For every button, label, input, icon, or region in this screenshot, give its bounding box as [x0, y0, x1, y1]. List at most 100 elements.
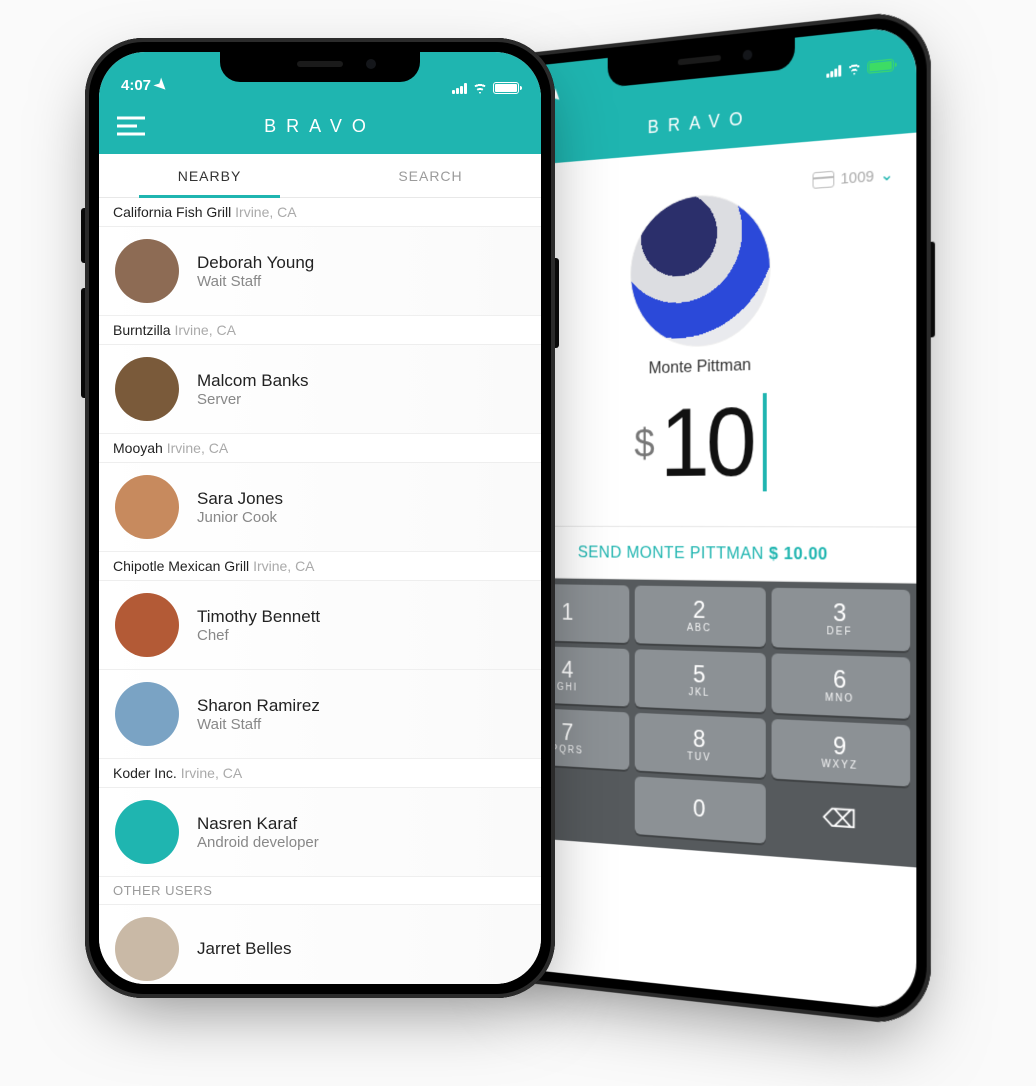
- key-letters: MNO: [825, 692, 854, 705]
- wifi-icon: [846, 62, 862, 76]
- list-item[interactable]: Deborah Young Wait Staff: [99, 227, 541, 316]
- keypad-key-9[interactable]: 9WXYZ: [771, 719, 910, 787]
- keypad-key-8[interactable]: 8TUV: [635, 713, 765, 778]
- list-item[interactable]: Sara Jones Junior Cook: [99, 463, 541, 552]
- chevron-down-icon: ⌄: [880, 164, 894, 186]
- list-item[interactable]: Jarret Belles: [99, 905, 541, 984]
- send-label: SEND MONTE PITTMAN: [578, 543, 764, 564]
- menu-icon[interactable]: [117, 112, 145, 141]
- battery-icon: [493, 82, 519, 94]
- person-role: Android developer: [197, 834, 319, 851]
- keypad: 12ABC3DEF4GHI5JKL6MNO7PQRS8TUV9WXYZ.0⌫: [502, 578, 916, 868]
- card-icon: [813, 171, 835, 189]
- key-letters: WXYZ: [821, 758, 858, 771]
- list-item[interactable]: Malcom Banks Server: [99, 345, 541, 434]
- status-time: 4:07: [121, 77, 151, 94]
- section-header: Mooyah Irvine, CA: [99, 434, 541, 463]
- app-title: BRAVO: [648, 107, 753, 138]
- avatar: [115, 593, 179, 657]
- amount-input[interactable]: $ 10: [502, 389, 916, 493]
- place-name: Mooyah: [113, 440, 163, 456]
- person-role: Chef: [197, 627, 320, 644]
- avatar: [115, 239, 179, 303]
- key-number: 2: [693, 598, 705, 622]
- nearby-list[interactable]: California Fish Grill Irvine, CA Deborah…: [99, 198, 541, 984]
- send-amount: $ 10.00: [769, 544, 828, 564]
- key-number: 8: [693, 727, 705, 752]
- keypad-delete[interactable]: ⌫: [771, 785, 910, 855]
- signal-icon: [826, 64, 841, 77]
- key-number: 5: [693, 663, 705, 688]
- person-role: Junior Cook: [197, 509, 283, 526]
- key-number: 0: [693, 797, 705, 822]
- key-letters: TUV: [687, 751, 711, 763]
- key-number: 9: [833, 734, 846, 760]
- list-item[interactable]: Nasren Karaf Android developer: [99, 788, 541, 877]
- backspace-icon: ⌫: [823, 803, 857, 835]
- place-location: Irvine, CA: [174, 322, 235, 338]
- section-header: California Fish Grill Irvine, CA: [99, 198, 541, 227]
- key-letters: ABC: [687, 622, 712, 634]
- wifi-icon: [472, 82, 488, 94]
- person-name: Timothy Bennett: [197, 607, 320, 627]
- person-role: Wait Staff: [197, 273, 314, 290]
- send-button[interactable]: SEND MONTE PITTMAN $ 10.00: [502, 526, 916, 584]
- avatar: [115, 800, 179, 864]
- avatar: [115, 917, 179, 981]
- currency-symbol: $: [634, 422, 654, 467]
- section-header-other: OTHER USERS: [99, 877, 541, 905]
- list-item[interactable]: Sharon Ramirez Wait Staff: [99, 670, 541, 759]
- keypad-key-0[interactable]: 0: [635, 776, 765, 843]
- person-name: Deborah Young: [197, 253, 314, 273]
- person-role: Server: [197, 391, 308, 408]
- key-number: 7: [562, 721, 574, 745]
- avatar: [115, 682, 179, 746]
- avatar: [115, 475, 179, 539]
- recipient-name: Monte Pittman: [502, 349, 916, 384]
- recipient-avatar: [630, 190, 770, 349]
- place-name: Koder Inc.: [113, 765, 177, 781]
- key-letters: GHI: [557, 681, 578, 693]
- place-name: Burntzilla: [113, 322, 171, 338]
- list-item[interactable]: Timothy Bennett Chef: [99, 581, 541, 670]
- person-name: Sharon Ramirez: [197, 696, 320, 716]
- keypad-key-5[interactable]: 5JKL: [635, 649, 765, 712]
- place-name: California Fish Grill: [113, 204, 231, 220]
- keypad-key-2[interactable]: 2ABC: [635, 586, 765, 647]
- keypad-key-6[interactable]: 6MNO: [771, 653, 910, 719]
- screen-nearby: 4:07 ➤ BRAVO NEARBY SEARCH California Fi…: [99, 52, 541, 984]
- section-header: Burntzilla Irvine, CA: [99, 316, 541, 345]
- key-number: 6: [833, 667, 846, 692]
- amount-value: 10: [660, 393, 766, 492]
- person-name: Jarret Belles: [197, 939, 291, 959]
- person-name: Malcom Banks: [197, 371, 308, 391]
- keypad-key-3[interactable]: 3DEF: [771, 588, 910, 652]
- key-number: 3: [833, 601, 846, 626]
- card-last4: 1009: [841, 167, 875, 187]
- person-role: Wait Staff: [197, 716, 320, 733]
- phone-right: 4:57 ➤ ‹ BRAVO 1009 ⌄ Monte Pittman $: [490, 8, 931, 1028]
- key-number: 4: [562, 658, 574, 682]
- tabs: NEARBY SEARCH: [99, 154, 541, 198]
- section-header: Koder Inc. Irvine, CA: [99, 759, 541, 788]
- phone-left: 4:07 ➤ BRAVO NEARBY SEARCH California Fi…: [85, 38, 555, 998]
- section-header: Chipotle Mexican Grill Irvine, CA: [99, 552, 541, 581]
- screen-pay: 4:57 ➤ ‹ BRAVO 1009 ⌄ Monte Pittman $: [502, 25, 916, 1012]
- app-title: BRAVO: [264, 116, 376, 137]
- tab-search[interactable]: SEARCH: [320, 154, 541, 197]
- location-arrow-icon: ➤: [151, 74, 173, 96]
- place-location: Irvine, CA: [235, 204, 296, 220]
- tab-nearby[interactable]: NEARBY: [99, 154, 320, 197]
- place-location: Irvine, CA: [253, 558, 314, 574]
- place-name: Chipotle Mexican Grill: [113, 558, 249, 574]
- key-letters: JKL: [688, 687, 710, 699]
- signal-icon: [452, 83, 467, 94]
- card-selector[interactable]: 1009 ⌄: [813, 164, 894, 191]
- person-name: Sara Jones: [197, 489, 283, 509]
- notch: [220, 52, 420, 82]
- key-letters: DEF: [827, 625, 853, 637]
- place-location: Irvine, CA: [181, 765, 242, 781]
- key-letters: PQRS: [551, 744, 583, 757]
- app-bar: BRAVO: [99, 98, 541, 154]
- pay-panel: 1009 ⌄ Monte Pittman $ 10: [502, 133, 916, 527]
